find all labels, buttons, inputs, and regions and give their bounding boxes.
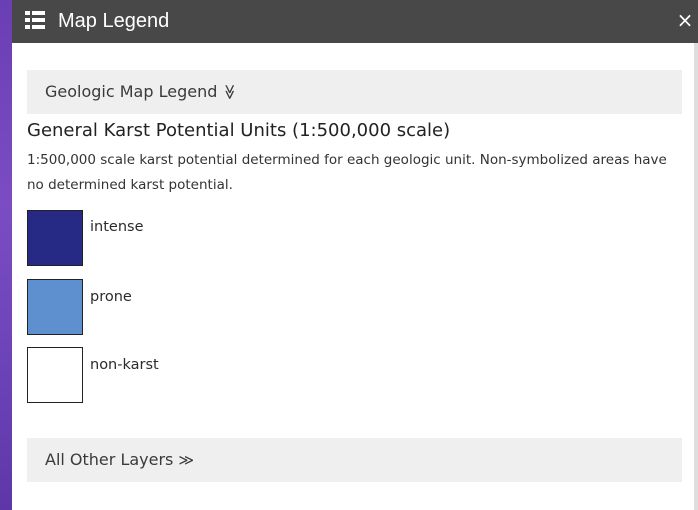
layer-description: 1:500,000 scale karst potential determin… — [27, 152, 667, 193]
geologic-map-legend-toggle[interactable]: Geologic Map Legend ≫ — [27, 70, 682, 114]
panel-title: Map Legend — [58, 10, 170, 32]
all-other-layers-toggle[interactable]: All Other Layers ≫ — [27, 438, 682, 482]
swatch-label-intense: intense — [90, 219, 144, 235]
swatch-label-non-karst: non-karst — [90, 357, 159, 373]
chevron-right-icon: ≫ — [178, 451, 195, 469]
panel-header: Map Legend × — [12, 0, 698, 43]
map-background-edge-right — [694, 43, 698, 510]
section-label: Geologic Map Legend — [45, 82, 218, 101]
swatch-label-prone: prone — [90, 289, 132, 305]
swatch-non-karst — [27, 347, 83, 403]
chevron-down-icon: ≫ — [221, 84, 240, 100]
section-label: All Other Layers — [45, 450, 174, 469]
swatch-intense — [27, 210, 83, 266]
swatch-prone — [27, 279, 83, 335]
legend-panel: Map Legend × Geologic Map Legend ≫ Genera… — [12, 0, 698, 510]
close-button[interactable]: × — [672, 6, 698, 34]
legend-list-icon — [25, 11, 45, 29]
map-background-edge — [0, 0, 12, 510]
layer-title: General Karst Potential Units (1:500,000… — [27, 120, 451, 141]
